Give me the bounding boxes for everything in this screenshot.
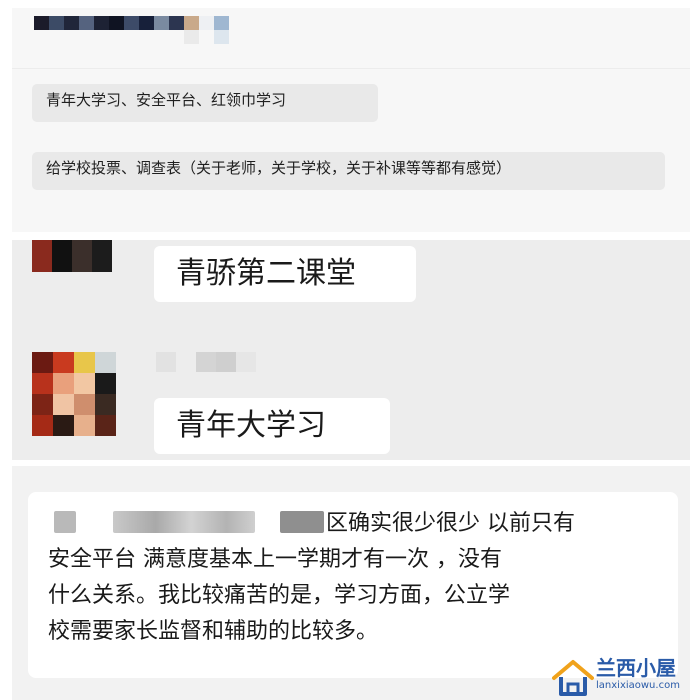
blurred-username bbox=[156, 352, 256, 372]
house-logo-icon bbox=[552, 660, 594, 696]
message-line: 校需要家长监督和辅助的比较多。 bbox=[48, 619, 379, 644]
avatar bbox=[32, 240, 112, 272]
message-line: 区确实很少很少 以前只有 bbox=[48, 506, 660, 542]
reply-chip-study[interactable]: 青年大学习、安全平台、红领巾学习 bbox=[32, 84, 378, 122]
message-bubble: 区确实很少很少 以前只有 安全平台 满意度基本上一学期才有一次 ，没有 什么关系… bbox=[28, 492, 678, 678]
blurred-username bbox=[34, 16, 229, 44]
chat-panel-top: 青年大学习、安全平台、红领巾学习 给学校投票、调查表（关于老师，关于学校，关于补… bbox=[12, 8, 690, 232]
watermark-url: lanxixiaowu.com bbox=[596, 680, 680, 691]
message-line-text: 区确实很少很少 以前只有 bbox=[326, 511, 575, 536]
divider bbox=[12, 68, 690, 69]
censored-text bbox=[54, 511, 76, 533]
reply-chip-vote[interactable]: 给学校投票、调查表（关于老师，关于学校，关于补课等等都有感觉） bbox=[32, 152, 665, 190]
site-watermark: 兰西小屋 lanxixiaowu.com bbox=[552, 654, 700, 700]
message-line: 什么关系。我比较痛苦的是，学习方面，公立学 bbox=[48, 583, 511, 608]
message-bubble: 青年大学习 bbox=[154, 398, 390, 454]
chat-panel-middle: 青骄第二课堂 青年大学习 bbox=[12, 240, 690, 460]
watermark-title: 兰西小屋 bbox=[596, 656, 676, 680]
censored-text bbox=[280, 511, 324, 533]
message-bubble: 青骄第二课堂 bbox=[154, 246, 416, 302]
message-line: 安全平台 满意度基本上一学期才有一次 ，没有 bbox=[48, 547, 502, 572]
censored-text bbox=[113, 511, 255, 533]
avatar bbox=[32, 352, 116, 436]
